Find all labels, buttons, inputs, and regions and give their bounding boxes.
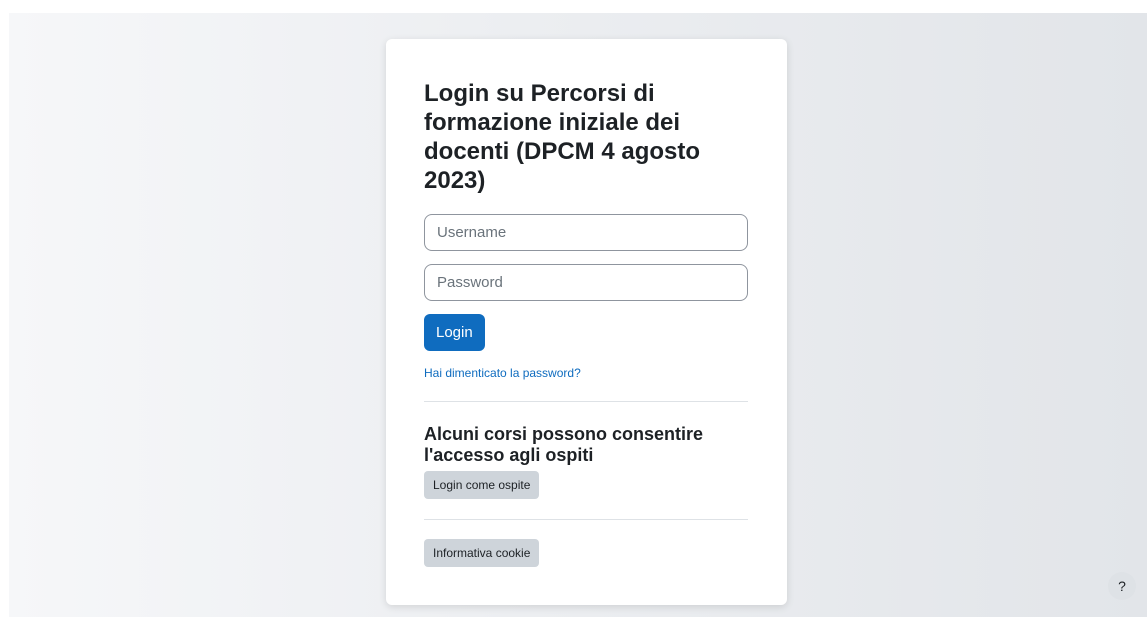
cookie-policy-button[interactable]: Informativa cookie xyxy=(424,539,540,567)
question-icon: ? xyxy=(1118,578,1126,594)
login-card-body: Login su Percorsi di formazione iniziale… xyxy=(424,79,748,567)
login-button[interactable]: Login xyxy=(424,314,485,351)
forgot-password-link[interactable]: Hai dimenticato la password? xyxy=(424,366,748,380)
help-button[interactable]: ? xyxy=(1108,572,1136,600)
password-input[interactable] xyxy=(424,264,748,301)
page-title: Login su Percorsi di formazione iniziale… xyxy=(424,80,701,194)
login-card: Login su Percorsi di formazione iniziale… xyxy=(386,39,787,605)
divider xyxy=(424,401,748,402)
divider xyxy=(424,519,748,520)
username-input[interactable] xyxy=(424,214,748,251)
guest-access-heading: Alcuni corsi possono consentire l'access… xyxy=(424,424,704,465)
guest-login-button[interactable]: Login come ospite xyxy=(424,471,540,499)
